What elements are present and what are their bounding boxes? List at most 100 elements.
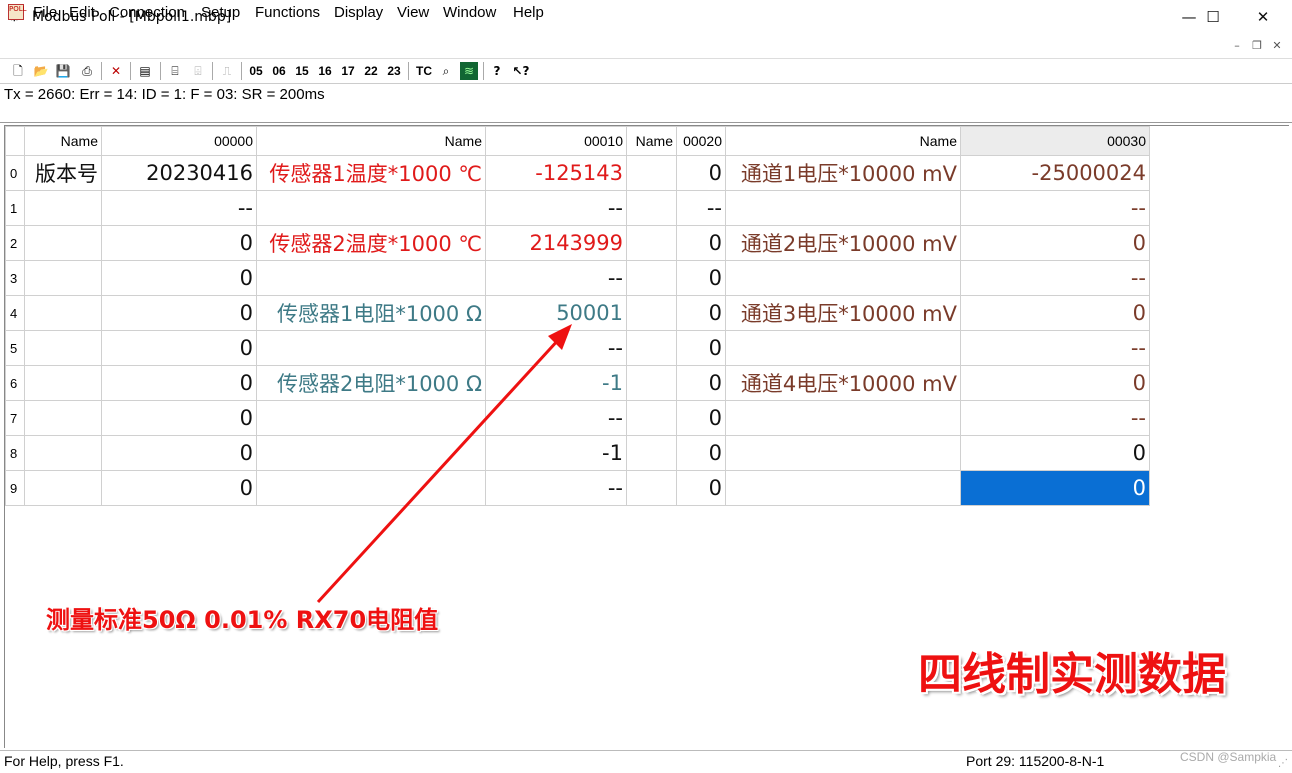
row-header[interactable]: 5: [5, 330, 25, 366]
value-cell[interactable]: 0: [676, 470, 726, 506]
value-cell[interactable]: 0: [101, 435, 257, 471]
fc16-button[interactable]: 16: [316, 62, 334, 80]
value-cell[interactable]: --: [485, 330, 627, 366]
value-cell[interactable]: 0: [101, 295, 257, 331]
delete-icon[interactable]: ✕: [107, 62, 125, 80]
resize-grip-icon[interactable]: ⋰: [1278, 758, 1288, 769]
row-header[interactable]: 4: [5, 295, 25, 331]
fc23-button[interactable]: 23: [385, 62, 403, 80]
pulse-icon[interactable]: ⎍: [218, 62, 236, 80]
name-cell[interactable]: [626, 295, 677, 331]
row-header[interactable]: 0: [5, 155, 25, 191]
name-cell[interactable]: [24, 400, 102, 436]
value-cell[interactable]: 0: [101, 330, 257, 366]
new-file-icon[interactable]: 🗋: [10, 62, 26, 80]
value-cell[interactable]: --: [960, 400, 1150, 436]
name-cell[interactable]: [626, 435, 677, 471]
name-cell[interactable]: [24, 470, 102, 506]
value-cell[interactable]: 0: [960, 435, 1150, 471]
fc06-button[interactable]: 06: [270, 62, 288, 80]
maximize-button[interactable]: ☐: [1190, 0, 1236, 34]
value-cell[interactable]: 50001: [485, 295, 627, 331]
fc05-button[interactable]: 05: [247, 62, 265, 80]
name-cell[interactable]: [626, 225, 677, 261]
value-cell[interactable]: --: [676, 190, 726, 226]
name-cell[interactable]: [725, 435, 961, 471]
document-icon[interactable]: POLL: [8, 4, 27, 20]
name-cell[interactable]: [256, 260, 486, 296]
name-cell[interactable]: 通道3电压*10000 mV: [725, 295, 961, 331]
name-cell[interactable]: 版本号: [24, 155, 102, 191]
name-cell[interactable]: [725, 470, 961, 506]
value-cell[interactable]: 0: [676, 155, 726, 191]
value-cell[interactable]: 0: [101, 470, 257, 506]
name-cell[interactable]: [626, 260, 677, 296]
connect-icon[interactable]: ⌸: [166, 62, 184, 80]
row-header[interactable]: 2: [5, 225, 25, 261]
menu-setup[interactable]: Setup: [201, 4, 240, 21]
column-header[interactable]: Name: [626, 126, 677, 156]
name-cell[interactable]: [256, 330, 486, 366]
help-icon[interactable]: ?: [489, 62, 505, 80]
value-cell[interactable]: 0: [960, 225, 1150, 261]
name-cell[interactable]: [24, 190, 102, 226]
name-cell[interactable]: [725, 260, 961, 296]
column-header[interactable]: 00020: [676, 126, 726, 156]
name-cell[interactable]: [626, 365, 677, 401]
row-header[interactable]: 7: [5, 400, 25, 436]
value-cell[interactable]: -125143: [485, 155, 627, 191]
chart-icon[interactable]: ≋: [460, 62, 478, 80]
name-cell[interactable]: [256, 190, 486, 226]
menu-edit[interactable]: Edit: [69, 4, 95, 21]
close-button[interactable]: ✕: [1240, 0, 1286, 34]
value-cell[interactable]: 20230416: [101, 155, 257, 191]
name-cell[interactable]: [24, 330, 102, 366]
row-header[interactable]: 6: [5, 365, 25, 401]
fc15-button[interactable]: 15: [293, 62, 311, 80]
name-cell[interactable]: [24, 260, 102, 296]
menu-view[interactable]: View: [397, 4, 429, 21]
value-cell[interactable]: 0: [101, 365, 257, 401]
name-cell[interactable]: [256, 470, 486, 506]
name-cell[interactable]: [24, 435, 102, 471]
name-cell[interactable]: [626, 155, 677, 191]
mdi-restore-button[interactable]: ❐: [1248, 38, 1266, 54]
column-header[interactable]: Name: [256, 126, 486, 156]
name-cell[interactable]: [626, 330, 677, 366]
name-cell[interactable]: 传感器2温度*1000 ℃: [256, 225, 486, 261]
traffic-button[interactable]: TC: [414, 62, 434, 80]
menu-help[interactable]: Help: [513, 4, 544, 21]
name-cell[interactable]: 传感器1温度*1000 ℃: [256, 155, 486, 191]
value-cell[interactable]: 0: [960, 365, 1150, 401]
value-cell[interactable]: --: [485, 470, 627, 506]
menu-window[interactable]: Window: [443, 4, 496, 21]
name-cell[interactable]: 通道4电压*10000 mV: [725, 365, 961, 401]
menu-display[interactable]: Display: [334, 4, 383, 21]
save-icon[interactable]: 💾: [55, 62, 71, 80]
disconnect-icon[interactable]: ⌹: [189, 62, 207, 80]
name-cell[interactable]: 通道1电压*10000 mV: [725, 155, 961, 191]
monitor-icon[interactable]: ⌕: [437, 62, 455, 80]
name-cell[interactable]: [256, 400, 486, 436]
value-cell[interactable]: -1: [485, 365, 627, 401]
value-cell[interactable]: 0: [101, 225, 257, 261]
context-help-icon[interactable]: ↖?: [512, 62, 530, 80]
mdi-close-button[interactable]: ✕: [1268, 38, 1286, 54]
value-cell[interactable]: --: [960, 330, 1150, 366]
name-cell[interactable]: 传感器1电阻*1000 Ω: [256, 295, 486, 331]
menu-functions[interactable]: Functions: [255, 4, 320, 21]
value-cell[interactable]: -25000024: [960, 155, 1150, 191]
value-cell[interactable]: 0: [676, 225, 726, 261]
column-header[interactable]: 00030: [960, 126, 1150, 156]
name-cell[interactable]: [626, 470, 677, 506]
value-cell[interactable]: 2143999: [485, 225, 627, 261]
value-cell[interactable]: 0: [960, 470, 1150, 506]
name-cell[interactable]: [24, 225, 102, 261]
mdi-minimize-button[interactable]: –: [1228, 38, 1246, 54]
value-cell[interactable]: 0: [101, 260, 257, 296]
row-header[interactable]: 1: [5, 190, 25, 226]
name-cell[interactable]: [725, 330, 961, 366]
value-cell[interactable]: 0: [676, 295, 726, 331]
window-icon[interactable]: ▤: [136, 62, 154, 80]
name-cell[interactable]: 传感器2电阻*1000 Ω: [256, 365, 486, 401]
